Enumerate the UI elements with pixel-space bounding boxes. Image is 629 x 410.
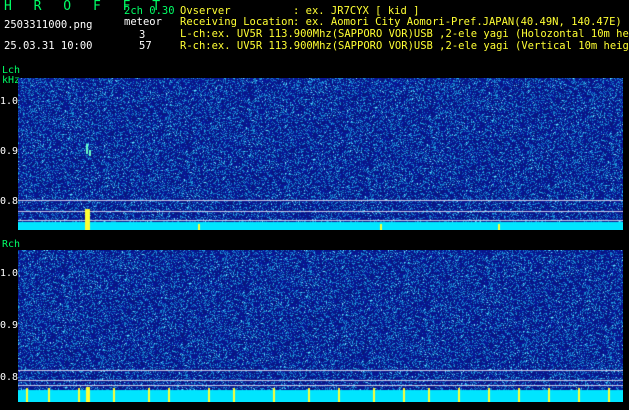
location-value: : ex. Aomori City Aomori-Pref.JAPAN(40.4… bbox=[293, 16, 622, 28]
lch-ytick-0: 1.0 bbox=[0, 96, 19, 107]
lch-spectrogram bbox=[18, 78, 623, 230]
rch-ytick-1: 0.9 bbox=[0, 320, 19, 331]
lch-waterfall-canvas bbox=[18, 78, 623, 230]
meteor-label: meteor bbox=[124, 16, 162, 28]
lch-info: L-ch:ex. UV5R 113.900Mhz(SAPPORO VOR)USB… bbox=[180, 28, 629, 40]
file-name: 2503311000.png bbox=[4, 19, 93, 31]
date-time: 25.03.31 10:00 bbox=[4, 40, 93, 52]
rch-ytick-0: 1.0 bbox=[0, 268, 19, 279]
rch-waterfall-canvas bbox=[18, 250, 623, 402]
rch-ytick-2: 0.8 bbox=[0, 372, 19, 383]
rch-spectrogram bbox=[18, 250, 623, 402]
rch-info: R-ch:ex. UV5R 113.900Mhz(SAPPORO VOR)USB… bbox=[180, 40, 629, 52]
meteor-count-r: 57 bbox=[139, 40, 152, 52]
lch-ytick-2: 0.8 bbox=[0, 196, 19, 207]
lch-ytick-1: 0.9 bbox=[0, 146, 19, 157]
location-label: Receiving Location bbox=[180, 16, 294, 28]
rch-label: Rch bbox=[2, 239, 21, 250]
